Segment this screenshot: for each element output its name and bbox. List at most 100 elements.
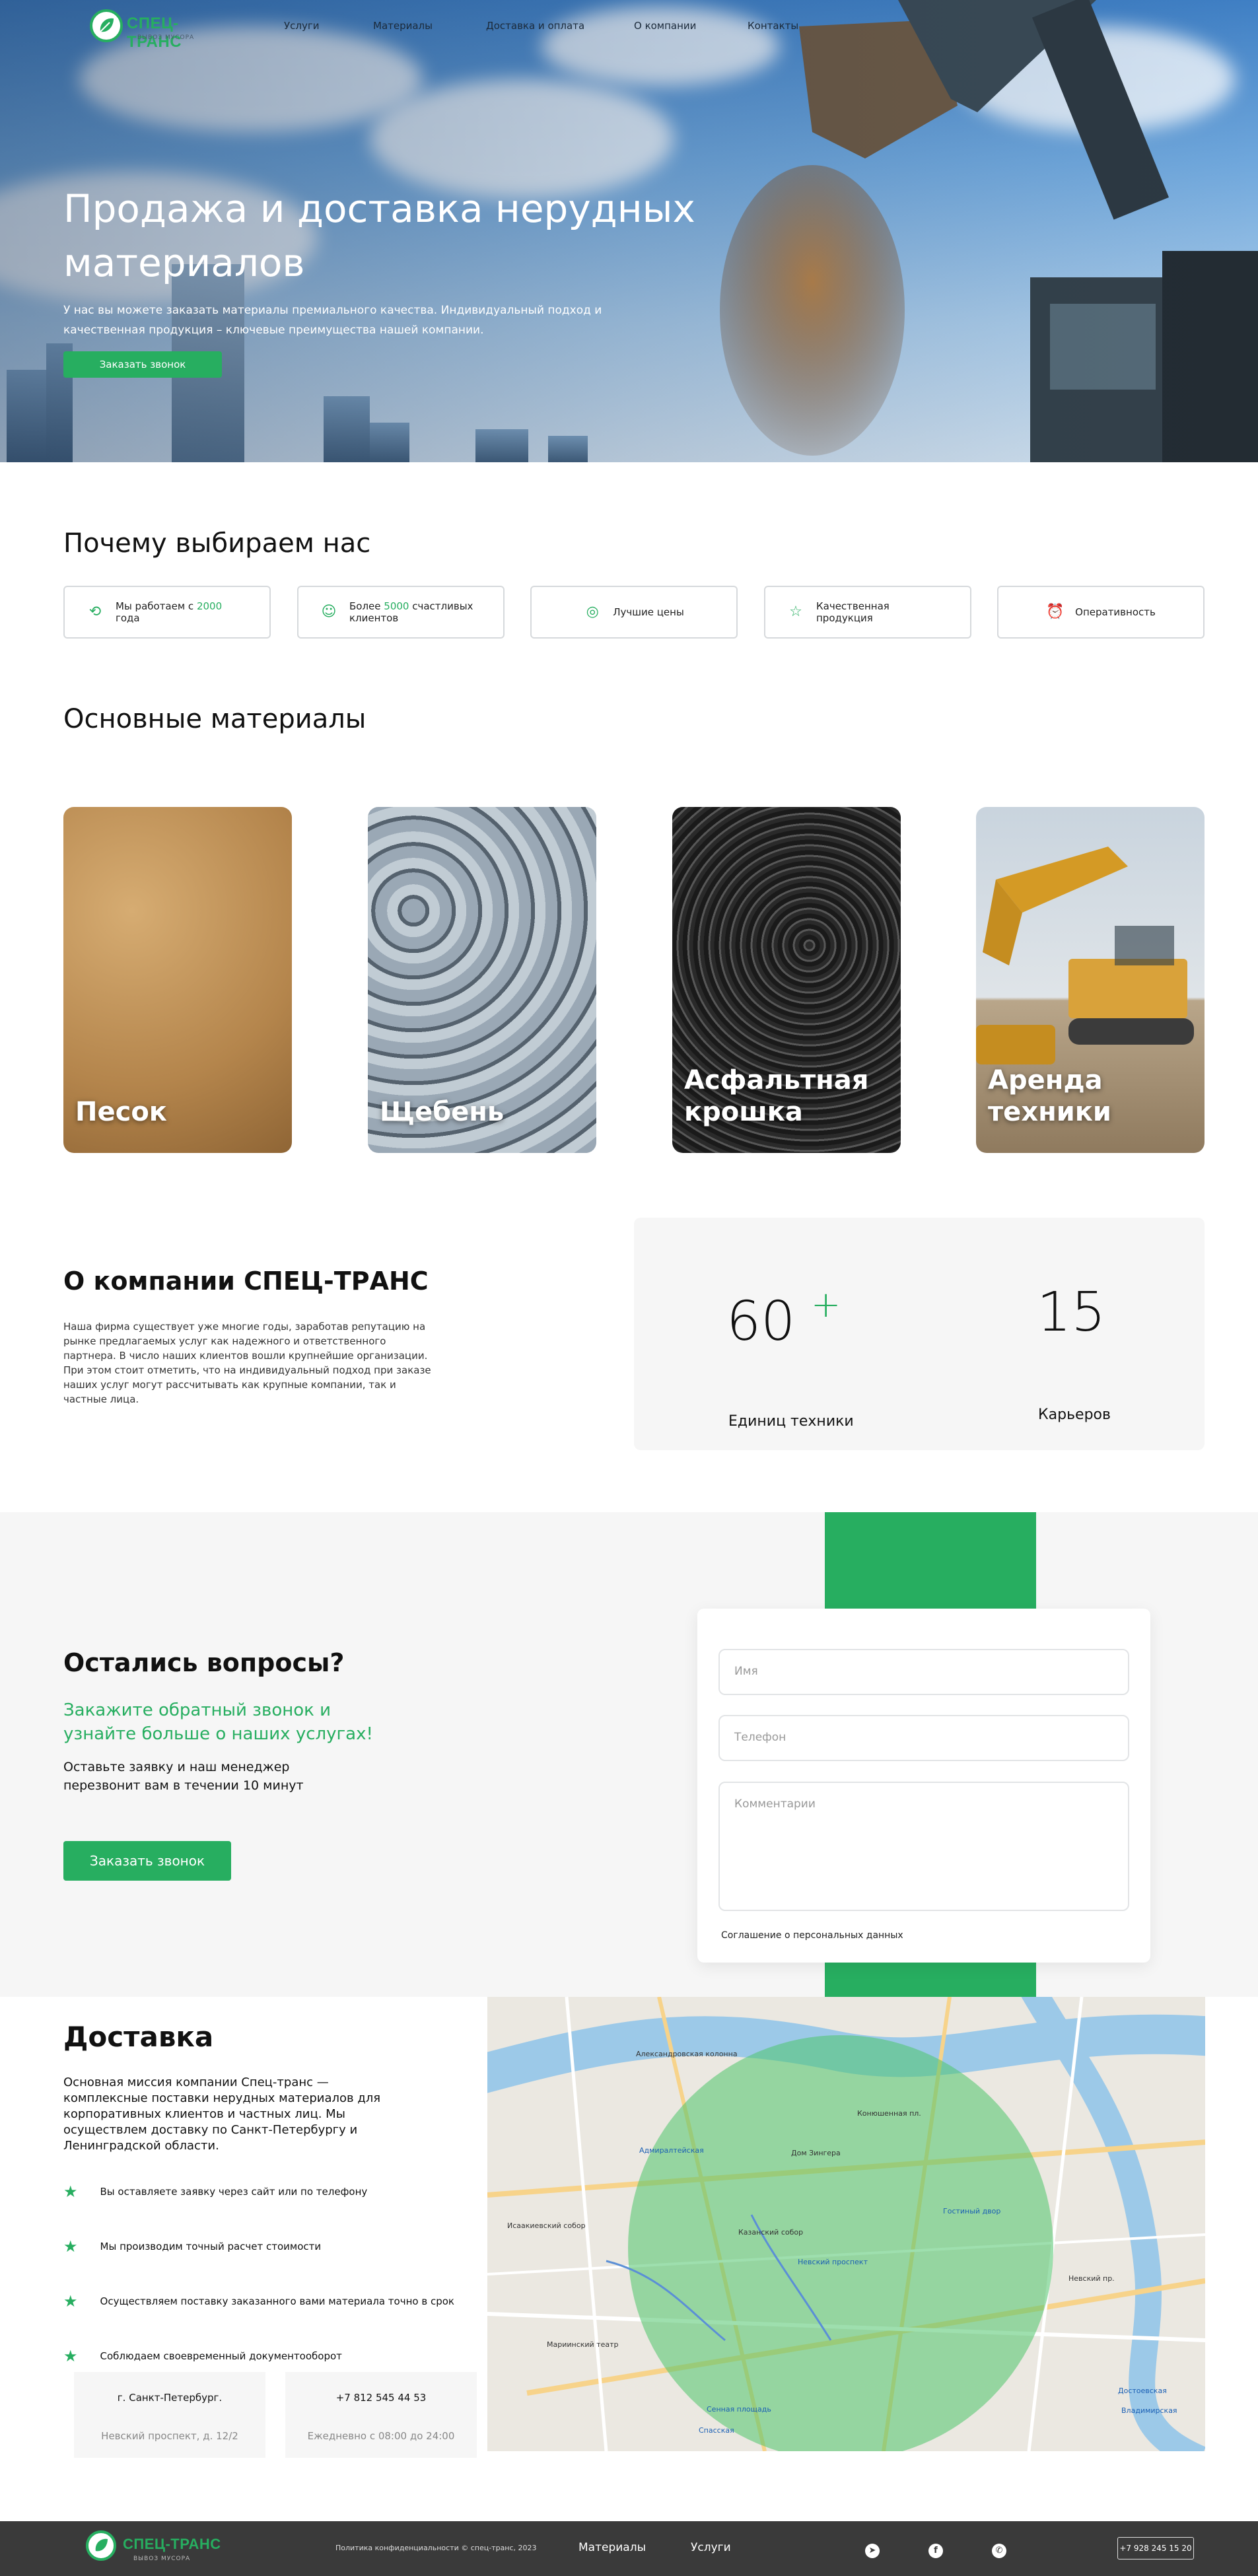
- map-label: Невский пр.: [1068, 2274, 1115, 2283]
- delivery-step: ★ Вы оставляете заявку через сайт или по …: [63, 2182, 368, 2201]
- map-label: Исаакиевский собор: [507, 2221, 586, 2230]
- accent-block: [825, 1963, 1036, 1997]
- feature-card: ⟲ Мы работаем с 2000 года: [63, 586, 271, 639]
- consent-link[interactable]: Соглашение о персональных данных: [721, 1930, 903, 1941]
- nav-materials[interactable]: Материалы: [373, 20, 433, 32]
- feature-label: Качественная продукция: [816, 600, 890, 624]
- map-label: Казанский собор: [738, 2228, 804, 2237]
- phone-input[interactable]: Телефон: [718, 1715, 1129, 1761]
- feature-card: ☆ Качественная продукция: [764, 586, 971, 639]
- material-card-asphalt[interactable]: Асфальтная крошка: [672, 807, 901, 1153]
- material-card-gravel[interactable]: Щебень: [368, 807, 596, 1153]
- footer-phone-button[interactable]: +7 928 245 15 20: [1117, 2537, 1194, 2559]
- map-label: Конюшенная пл.: [857, 2109, 921, 2118]
- questions-subtitle: Закажите обратный звонок и узнайте больш…: [63, 1700, 373, 1744]
- material-label: Асфальтная крошка: [684, 1065, 869, 1127]
- material-label: Песок: [75, 1097, 167, 1127]
- footer-link-services[interactable]: Услуги: [691, 2541, 731, 2554]
- stat-label: Карьеров: [1038, 1407, 1111, 1423]
- feature-label: Мы работаем с 2000 года: [116, 600, 223, 624]
- star-icon: ★: [63, 2182, 78, 2201]
- facebook-icon[interactable]: f: [928, 2544, 943, 2558]
- nav-about[interactable]: О компании: [634, 20, 696, 32]
- about-title: О компании СПЕЦ-ТРАНС: [63, 1267, 429, 1296]
- logo-text: СПЕЦ-ТРАНС: [127, 15, 182, 51]
- hero-text: У нас вы можете заказать материалы преми…: [63, 304, 602, 337]
- feature-card: ☺ Более 5000 счастливых клиентов: [297, 586, 505, 639]
- why-title: Почему выбираем нас: [63, 528, 371, 559]
- hero-cta-button[interactable]: Заказать звонок: [63, 351, 222, 378]
- materials-title: Основные материалы: [63, 704, 367, 734]
- feature-label: Лучшие цены: [613, 606, 684, 618]
- logo-tagline: ВЫВОЗ МУСОРА: [137, 34, 195, 41]
- address-street: Невский проспект, д. 12/2: [101, 2430, 238, 2442]
- whatsapp-icon[interactable]: ✆: [992, 2544, 1006, 2558]
- address-city: г. Санкт-Петербург.: [117, 2392, 223, 2404]
- leaf-logo-icon: [90, 9, 123, 42]
- delivery-phone[interactable]: +7 812 545 44 53: [285, 2392, 477, 2404]
- about-text: Наша фирма существует уже многие годы, з…: [63, 1321, 431, 1405]
- map-label: Дом Зингера: [791, 2149, 841, 2157]
- logo-text: СПЕЦ-ТРАНС: [123, 2536, 221, 2552]
- telegram-icon[interactable]: ➤: [865, 2544, 880, 2558]
- delivery-step: ★ Осуществляем поставку заказанного вами …: [63, 2292, 454, 2311]
- logo[interactable]: СПЕЦ-ТРАНС ВЫВОЗ МУСОРА: [90, 9, 228, 51]
- history-icon: ⟲: [88, 604, 102, 620]
- questions-cta-button[interactable]: Заказать звонок: [63, 1841, 231, 1881]
- leaf-logo-icon: [86, 2530, 116, 2561]
- stat-suffix: +: [811, 1284, 841, 1325]
- map-label: Гостиный двор: [943, 2207, 1001, 2215]
- stat-label: Единиц техники: [728, 1413, 854, 1430]
- material-card-sand[interactable]: Песок: [63, 807, 292, 1153]
- footer: СПЕЦ-ТРАНС ВЫВОЗ МУСОРА Политика конфиде…: [0, 2521, 1258, 2576]
- star-icon: ★: [63, 2347, 78, 2365]
- map-label: Достоевская: [1118, 2386, 1167, 2395]
- nav-delivery[interactable]: Доставка и оплата: [486, 20, 584, 32]
- feature-label: Оперативность: [1075, 606, 1156, 618]
- stat-value: 15: [1037, 1281, 1106, 1344]
- map-label: Мариинский театр: [547, 2340, 619, 2349]
- map-label: Спасская: [699, 2426, 734, 2435]
- privacy-policy-link[interactable]: Политика конфиденциальности © спец-транс…: [335, 2544, 537, 2552]
- material-label: Щебень: [380, 1097, 505, 1127]
- accent-block: [825, 1512, 1036, 1609]
- delivery-text: Основная миссия компании Спец-транс — ко…: [63, 2075, 381, 2153]
- map-label: Невский проспект: [798, 2258, 868, 2266]
- footer-link-materials[interactable]: Материалы: [578, 2541, 646, 2554]
- stats-panel: 60 + Единиц техники 15 Карьеров: [634, 1218, 1205, 1450]
- delivery-map[interactable]: Александровская колонна Адмиралтейская Г…: [487, 1997, 1205, 2451]
- star-icon: ★: [63, 2237, 78, 2256]
- nav-contacts[interactable]: Контакты: [748, 20, 798, 32]
- material-card-machinery[interactable]: Аренда техники: [976, 807, 1205, 1153]
- delivery-step: ★ Мы производим точный расчет стоимости: [63, 2237, 322, 2256]
- feature-label: Более 5000 счастливых клиентов: [349, 600, 473, 624]
- hero-section: СПЕЦ-ТРАНС ВЫВОЗ МУСОРА Услуги Материалы…: [0, 0, 1258, 462]
- address-box: г. Санкт-Петербург. Невский проспект, д.…: [74, 2372, 265, 2458]
- map-label: Адмиралтейская: [639, 2146, 704, 2155]
- star-icon: ★: [63, 2292, 78, 2311]
- target-icon: ◎: [586, 604, 599, 620]
- delivery-step: ★ Соблюдаем своевременный документооборот: [63, 2347, 342, 2365]
- delivery-title: Доставка: [63, 2021, 214, 2053]
- footer-logo[interactable]: СПЕЦ-ТРАНС ВЫВОЗ МУСОРА: [86, 2530, 225, 2567]
- feature-card: ◎ Лучшие цены: [530, 586, 738, 639]
- questions-text: Оставьте заявку и наш менеджер перезвони…: [63, 1760, 304, 1793]
- map-label: Владимирская: [1121, 2406, 1177, 2415]
- logo-tagline: ВЫВОЗ МУСОРА: [133, 2556, 191, 2562]
- questions-title: Остались вопросы?: [63, 1648, 345, 1677]
- stat-value: 60: [726, 1290, 796, 1353]
- nav-services[interactable]: Услуги: [284, 20, 319, 32]
- map-label: Сенная площадь: [707, 2405, 771, 2414]
- map-label: Александровская колонна: [636, 2050, 738, 2058]
- hero-title: Продажа и доставка нерудных материалов: [63, 186, 695, 285]
- map-canvas: [487, 1997, 1205, 2451]
- feature-card: ⏰ Оперативность: [997, 586, 1205, 639]
- star-icon: ☆: [789, 604, 802, 620]
- name-input[interactable]: Имя: [718, 1649, 1129, 1695]
- users-icon: ☺: [321, 604, 337, 620]
- alarm-icon: ⏰: [1046, 604, 1065, 620]
- contact-box: +7 812 545 44 53 Ежедневно с 08:00 до 24…: [285, 2372, 477, 2458]
- working-hours: Ежедневно с 08:00 до 24:00: [307, 2430, 455, 2442]
- material-label: Аренда техники: [988, 1065, 1111, 1127]
- comment-textarea[interactable]: Комментарии: [718, 1782, 1129, 1911]
